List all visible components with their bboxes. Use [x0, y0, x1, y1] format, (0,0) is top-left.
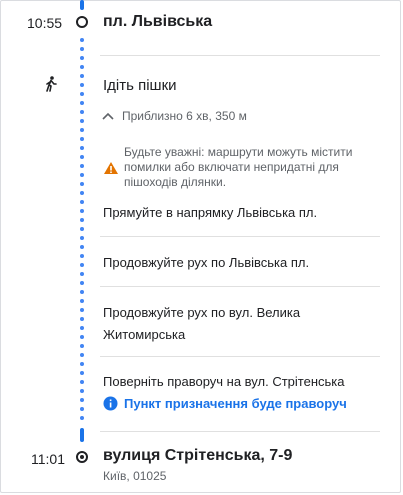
route-dot: [80, 128, 84, 132]
route-dot: [80, 335, 84, 339]
directions-panel: [0, 0, 401, 493]
route-dot: [80, 416, 84, 420]
route-dot: [80, 317, 84, 321]
route-dot: [80, 182, 84, 186]
route-dot: [80, 389, 84, 393]
route-dot: [80, 272, 84, 276]
route-dot: [80, 191, 84, 195]
route-dot: [80, 263, 84, 267]
route-dot: [80, 254, 84, 258]
route-dot: [80, 281, 84, 285]
destination-name[interactable]: вулиця Стрітенська, 7-9: [103, 447, 292, 465]
divider: [100, 431, 380, 432]
route-dot: [80, 209, 84, 213]
step-3-line: Житомирська: [103, 327, 186, 342]
route-line-bottom: [80, 428, 84, 442]
route-dot: [80, 407, 84, 411]
start-time: 10:55: [27, 15, 63, 31]
warning-line: помилки або включати непридатні для: [124, 160, 339, 174]
warning-triangle-icon: [103, 161, 119, 180]
walking-person-icon: [44, 76, 58, 97]
route-dot: [80, 326, 84, 330]
route-dot: [80, 299, 84, 303]
route-dot: [80, 155, 84, 159]
route-dot: [80, 344, 84, 348]
route-dot: [80, 173, 84, 177]
step-1[interactable]: Прямуйте в напрямку Львівська пл.: [103, 203, 317, 223]
route-line-top: [80, 0, 84, 10]
step-4[interactable]: Поверніть праворуч на вул. Стрітенська: [103, 372, 344, 392]
route-dot: [80, 119, 84, 123]
walk-warning: Будьте уважні: маршрути можуть містити п…: [124, 145, 352, 190]
step-3-line: Продовжуйте рух по вул. Велика: [103, 305, 301, 320]
route-dot: [80, 101, 84, 105]
divider: [100, 286, 380, 287]
route-dot: [80, 227, 84, 231]
route-dot: [80, 38, 84, 42]
walk-summary[interactable]: Приблизно 6 хв, 350 м: [122, 109, 247, 123]
start-stop-name[interactable]: пл. Львівська: [103, 13, 212, 31]
divider: [100, 356, 380, 357]
route-dot: [80, 200, 84, 204]
destination-side-note[interactable]: Пункт призначення буде праворуч: [124, 396, 347, 411]
warning-line: Будьте уважні: маршрути можуть містити: [124, 145, 353, 159]
end-time: 11:01: [31, 451, 65, 467]
divider: [100, 55, 380, 56]
route-dot: [80, 362, 84, 366]
route-dot: [80, 290, 84, 294]
route-dot: [80, 218, 84, 222]
route-dot: [80, 380, 84, 384]
route-dot: [80, 398, 84, 402]
route-dot: [80, 137, 84, 141]
chevron-up-icon[interactable]: [102, 109, 116, 121]
route-dot: [80, 146, 84, 150]
route-dot: [80, 74, 84, 78]
route-dot: [80, 308, 84, 312]
step-2[interactable]: Продовжуйте рух по Львівська пл.: [103, 253, 309, 273]
route-dot: [80, 353, 84, 357]
walk-title: Ідіть пішки: [103, 77, 177, 94]
route-dot: [80, 47, 84, 51]
route-dot: [80, 83, 84, 87]
route-dot: [80, 65, 84, 69]
route-dot: [80, 164, 84, 168]
route-dot: [80, 371, 84, 375]
destination-marker: [76, 451, 88, 463]
divider: [100, 236, 380, 237]
info-icon: [103, 396, 118, 416]
warning-line: пішоходів ділянки.: [124, 175, 227, 189]
route-dot: [80, 236, 84, 240]
route-dot: [80, 110, 84, 114]
route-dot: [80, 245, 84, 249]
step-3[interactable]: Продовжуйте рух по вул. Велика Житомирсь…: [103, 303, 300, 345]
start-stop-marker: [76, 16, 88, 28]
destination-address: Київ, 01025: [103, 469, 167, 483]
route-dot: [80, 56, 84, 60]
route-dot: [80, 92, 84, 96]
